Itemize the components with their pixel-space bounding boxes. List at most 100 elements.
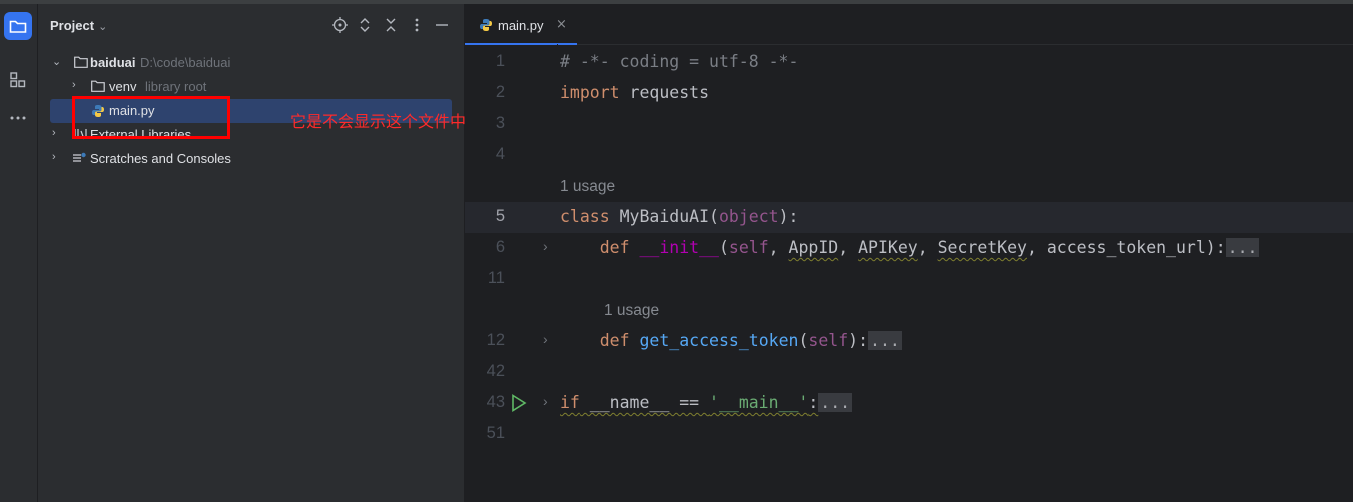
code-token: object [718, 207, 779, 226]
usage-hint[interactable]: 1 usage [604, 302, 659, 320]
more-dots-icon [10, 116, 26, 120]
code-text[interactable]: # -*- coding = utf-8 -*- [560, 52, 798, 71]
line-number: 3 [495, 114, 505, 132]
tree-item-label: venv [109, 79, 137, 94]
code-line[interactable]: 43 › if __name__ == '__main__':... [465, 388, 1353, 419]
tree-item-baiduai[interactable]: ⌄ baiduai D:\code\baiduai [38, 51, 464, 75]
usage-hint-row: 1 usage [465, 171, 1353, 202]
code-token: , [838, 238, 859, 257]
code-token: if [560, 393, 580, 412]
code-token: APIKey [858, 238, 918, 257]
code-text[interactable]: if __name__ == '__main__':... [560, 393, 853, 412]
tree-item-label: baiduai [90, 55, 136, 70]
code-line[interactable]: 2 import requests [465, 78, 1353, 109]
chevron-right-icon[interactable]: › [72, 79, 76, 91]
project-view-selector[interactable]: Project ⌄ [50, 18, 107, 33]
project-panel: Project ⌄ ⌄ baiduai D:\code\baiduai › ven… [38, 4, 465, 502]
code-line[interactable]: 42 [465, 357, 1353, 388]
project-tool-button[interactable] [4, 12, 32, 40]
code-line[interactable]: 12 › def get_access_token(self):... [465, 326, 1353, 357]
code-token: , [917, 238, 938, 257]
line-number: 5 [495, 207, 505, 225]
tool-window-strip [0, 4, 38, 502]
code-line[interactable]: 3 [465, 109, 1353, 140]
folded-code-placeholder[interactable]: ... [818, 393, 853, 412]
more-tools-button[interactable] [4, 104, 32, 132]
code-token: def [599, 331, 630, 350]
vertical-dots-icon [415, 18, 419, 32]
panel-title: Project [50, 18, 95, 33]
options-button[interactable] [408, 16, 426, 34]
code-token: # -*- coding = utf-8 -*- [560, 52, 799, 71]
collapse-all-button[interactable] [382, 16, 400, 34]
code-token: ( [798, 331, 809, 350]
crosshair-icon [332, 17, 348, 33]
code-token: __name__ == [579, 393, 710, 412]
expand-icon [360, 18, 370, 32]
tree-item-path: D:\code\baiduai [140, 55, 231, 70]
code-token: import [560, 83, 620, 102]
code-token: ( [718, 238, 729, 257]
chevron-right-icon[interactable]: › [52, 151, 56, 163]
line-number: 1 [495, 52, 505, 70]
line-number: 11 [487, 269, 505, 287]
folded-code-placeholder[interactable]: ... [1225, 238, 1260, 257]
line-number: 42 [486, 362, 505, 380]
code-text[interactable]: import requests [560, 83, 709, 102]
run-icon[interactable] [511, 394, 527, 412]
annotation-highlight-box [72, 96, 230, 139]
collapse-icon [386, 18, 396, 32]
code-token: SecretKey [937, 238, 1027, 257]
code-line[interactable]: 5 class MyBaiduAI(object): [465, 202, 1353, 233]
tab-main-py[interactable]: main.py × [465, 4, 577, 45]
line-number: 4 [495, 145, 505, 163]
code-token: __init__ [639, 238, 719, 257]
usage-hint-row: 1 usage [465, 295, 1353, 326]
line-number: 43 [486, 393, 505, 411]
tree-item-scratches[interactable]: › Scratches and Consoles [38, 147, 464, 171]
folder-icon [91, 80, 105, 92]
folded-code-placeholder[interactable]: ... [868, 331, 902, 350]
close-icon[interactable]: × [556, 17, 567, 32]
hide-panel-button[interactable] [433, 16, 451, 34]
scratches-icon [73, 152, 86, 162]
fold-chevron-icon[interactable]: › [543, 393, 548, 409]
code-line[interactable]: 6 › def __init__(self, AppID, APIKey, Sec… [465, 233, 1353, 264]
tab-label: main.py [498, 18, 544, 33]
line-number: 51 [486, 424, 505, 442]
code-token: '__main__' [709, 393, 809, 412]
code-line[interactable]: 51 [465, 419, 1353, 450]
fold-chevron-icon[interactable]: › [543, 331, 548, 347]
python-file-icon [480, 19, 492, 31]
line-number: 6 [495, 238, 505, 256]
structure-icon [10, 72, 26, 88]
code-token: def [599, 238, 630, 257]
expand-all-button[interactable] [356, 16, 374, 34]
locate-file-button[interactable] [331, 16, 349, 34]
code-text[interactable]: def get_access_token(self):... [560, 331, 902, 350]
code-token: ): [778, 207, 799, 226]
fold-chevron-icon[interactable]: › [543, 238, 548, 254]
chevron-down-icon[interactable]: ⌄ [52, 55, 61, 68]
structure-tool-button[interactable] [4, 66, 32, 94]
active-tab-indicator [465, 43, 577, 45]
code-token: self [728, 238, 769, 257]
code-token: , access_token_url): [1026, 238, 1226, 257]
code-line[interactable]: 4 [465, 140, 1353, 171]
editor-tab-bar: main.py × [465, 4, 1353, 45]
code-line[interactable]: 11 [465, 264, 1353, 295]
code-text[interactable]: class MyBaiduAI(object): [560, 207, 798, 226]
code-text[interactable]: def __init__(self, AppID, APIKey, Secret… [560, 238, 1260, 257]
code-token: self [808, 331, 849, 350]
chevron-right-icon[interactable]: › [52, 127, 56, 139]
tree-item-label: Scratches and Consoles [90, 151, 231, 166]
code-token: ): [848, 331, 869, 350]
line-number: 2 [495, 83, 505, 101]
line-number: 12 [486, 331, 505, 349]
usage-hint[interactable]: 1 usage [560, 178, 615, 196]
code-line[interactable]: 1 # -*- coding = utf-8 -*- [465, 47, 1353, 78]
